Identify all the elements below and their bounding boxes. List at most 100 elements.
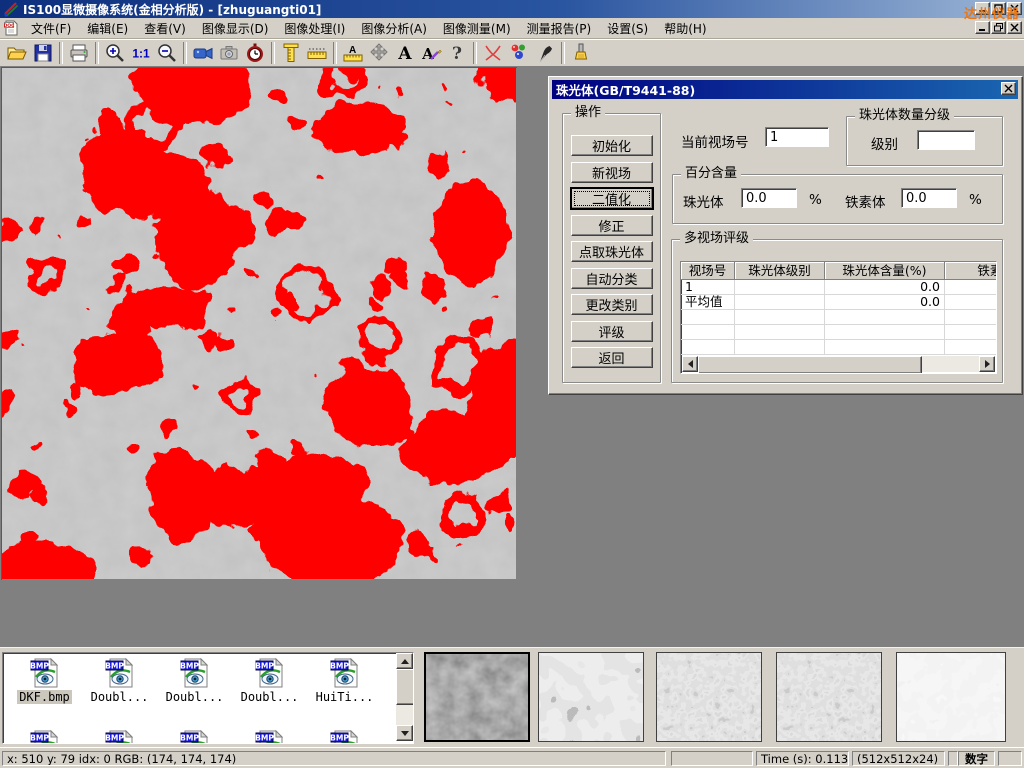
pearlite-percent-input[interactable]	[741, 188, 797, 208]
bmp-file-icon	[105, 657, 135, 689]
thumbnail-2[interactable]	[538, 652, 644, 742]
scroll-down-button[interactable]	[396, 725, 413, 741]
scroll-up-button[interactable]	[396, 653, 413, 669]
file-item[interactable]	[232, 729, 307, 744]
operation-group: 操作 初始化 新视场 二值化 修正 点取珠光体 自动分类 更改类别 评级 返回	[562, 113, 661, 383]
pen-button[interactable]	[532, 41, 558, 65]
ruler-button[interactable]	[304, 41, 330, 65]
file-item[interactable]: HuiTi...	[307, 657, 382, 704]
arrow-up-icon	[401, 659, 409, 664]
document-icon[interactable]: DOC	[3, 20, 19, 36]
ferrite-percent-input[interactable]	[901, 188, 957, 208]
return-button[interactable]: 返回	[571, 347, 653, 368]
status-mode: 数字	[958, 751, 995, 766]
move-button[interactable]	[366, 41, 392, 65]
table-horizontal-scrollbar[interactable]	[682, 356, 995, 372]
table-row[interactable]: 平均值 0.0	[681, 295, 996, 310]
thumbnail-5[interactable]	[896, 652, 1006, 742]
actual-size-button[interactable]: 1:1	[128, 41, 154, 65]
scroll-right-button[interactable]	[979, 356, 995, 372]
svg-text:1:1: 1:1	[132, 47, 150, 61]
menu-settings[interactable]: 设置(S)	[599, 18, 656, 39]
toolbar-separator	[59, 42, 63, 64]
zoom-out-button[interactable]	[154, 41, 180, 65]
scroll-left-button[interactable]	[682, 356, 698, 372]
file-item[interactable]	[307, 729, 382, 744]
restore-icon	[994, 23, 1003, 32]
mdi-close-button[interactable]	[1007, 21, 1022, 34]
table-row[interactable]: 1 0.0	[681, 280, 996, 295]
col-ferrite-content[interactable]: 铁素体含量(%)	[945, 262, 997, 280]
menu-file[interactable]: 文件(F)	[23, 18, 79, 39]
text-edit-button[interactable]: A	[418, 41, 444, 65]
mdi-minimize-button[interactable]	[975, 21, 990, 34]
curve-measure-button[interactable]	[480, 41, 506, 65]
table-row-empty	[681, 340, 996, 355]
pick-pearlite-button[interactable]: 点取珠光体	[571, 241, 653, 262]
caliper-button[interactable]	[278, 41, 304, 65]
video-capture-button[interactable]	[190, 41, 216, 65]
thumbnail-4[interactable]	[776, 652, 882, 742]
scrollbar-thumb[interactable]	[698, 356, 922, 374]
dialog-close-button[interactable]	[1001, 82, 1016, 95]
col-pearlite-content[interactable]: 珠光体含量(%)	[825, 262, 945, 280]
cell-field-number: 1	[681, 280, 735, 295]
menu-view[interactable]: 查看(V)	[136, 18, 194, 39]
file-item[interactable]: Doubl...	[157, 657, 232, 704]
status-spacer	[948, 751, 958, 766]
menu-image-processing[interactable]: 图像处理(I)	[276, 18, 353, 39]
title-bar: IS100显微摄像系统(金相分析版) - [zhuguangti01] 达州仪器	[0, 0, 1024, 18]
change-class-button[interactable]: 更改类别	[571, 294, 653, 315]
measure-text-button[interactable]: A	[340, 41, 366, 65]
metallograph-image[interactable]	[1, 67, 517, 580]
table-row-empty	[681, 310, 996, 325]
print-button[interactable]	[66, 41, 92, 65]
binarize-button[interactable]: 二值化	[571, 188, 653, 209]
color-mark-button[interactable]	[506, 41, 532, 65]
text-button[interactable]: A	[392, 41, 418, 65]
menu-help[interactable]: 帮助(H)	[656, 18, 714, 39]
vertical-ruler-icon	[280, 42, 302, 64]
menu-image-analysis[interactable]: 图像分析(A)	[353, 18, 435, 39]
grade-button[interactable]: 评级	[571, 321, 653, 342]
file-item[interactable]	[7, 729, 82, 744]
correct-button[interactable]: 修正	[571, 215, 653, 236]
save-button[interactable]	[30, 41, 56, 65]
file-item[interactable]: Doubl...	[232, 657, 307, 704]
grade-input[interactable]	[917, 130, 975, 150]
help-button[interactable]: ?	[444, 41, 470, 65]
menu-image-measure[interactable]: 图像测量(M)	[435, 18, 519, 39]
file-list-scrollbar[interactable]	[396, 653, 413, 741]
new-field-button[interactable]: 新视场	[571, 162, 653, 183]
thumbnail-1[interactable]	[424, 652, 530, 742]
pearlite-percent-sign: %	[809, 192, 822, 208]
file-name: Doubl...	[239, 690, 301, 704]
brush-button[interactable]	[568, 41, 594, 65]
auto-classify-button[interactable]: 自动分类	[571, 268, 653, 289]
file-item[interactable]	[157, 729, 232, 744]
scrollbar-thumb[interactable]	[396, 669, 414, 705]
open-button[interactable]	[4, 41, 30, 65]
pen-nib-icon	[534, 42, 556, 64]
initialize-button[interactable]: 初始化	[571, 135, 653, 156]
timer-button[interactable]	[242, 41, 268, 65]
file-item[interactable]: DKF.bmp	[7, 657, 82, 704]
thumbnail-3[interactable]	[656, 652, 762, 742]
camera-capture-button[interactable]	[216, 41, 242, 65]
col-pearlite-grade[interactable]: 珠光体级别	[735, 262, 825, 280]
menu-edit[interactable]: 编辑(E)	[79, 18, 136, 39]
file-item[interactable]: Doubl...	[82, 657, 157, 704]
menu-measure-report[interactable]: 测量报告(P)	[519, 18, 600, 39]
current-field-input[interactable]	[765, 127, 829, 147]
col-field-number[interactable]: 视场号	[681, 262, 735, 280]
file-item[interactable]	[82, 729, 157, 744]
scrollbar-track[interactable]	[922, 356, 979, 372]
toolbar-separator	[333, 42, 337, 64]
mdi-restore-button[interactable]	[991, 21, 1006, 34]
cell-ferrite-content	[945, 280, 997, 295]
zoom-in-button[interactable]	[102, 41, 128, 65]
vendor-watermark: 达州仪器	[964, 3, 1020, 22]
curve-icon	[482, 42, 504, 64]
bottom-panel: DKF.bmp Doubl... Doubl... Doubl... HuiTi…	[0, 647, 1024, 748]
menu-image-display[interactable]: 图像显示(D)	[194, 18, 277, 39]
